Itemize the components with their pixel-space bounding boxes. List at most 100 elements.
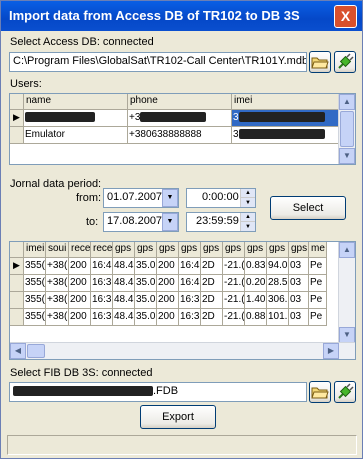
journal-cell[interactable]: -21.( xyxy=(223,292,245,309)
journal-col-header[interactable]: gps xyxy=(201,242,223,258)
users-col-phone[interactable]: phone xyxy=(128,94,232,110)
journal-col-header[interactable]: imei xyxy=(24,242,46,258)
scroll-up-icon[interactable]: ▲ xyxy=(339,242,355,258)
journal-col-header[interactable]: gps xyxy=(157,242,179,258)
users-cell-name[interactable]: Emulator xyxy=(24,127,128,144)
journal-cell[interactable]: Pe xyxy=(309,292,327,309)
journal-cell[interactable]: 200 xyxy=(157,309,179,326)
journal-cell[interactable]: Pe xyxy=(309,258,327,275)
journal-cell[interactable]: 35.0 xyxy=(135,258,157,275)
users-vertical-scrollbar[interactable]: ▲ ▼ xyxy=(338,94,355,164)
row-selector[interactable] xyxy=(10,127,24,144)
users-cell-imei[interactable]: 3 xyxy=(232,110,340,127)
journal-col-header[interactable]: gps xyxy=(267,242,289,258)
journal-cell[interactable]: 355( xyxy=(24,309,46,326)
users-cell-name[interactable] xyxy=(24,110,128,127)
row-selector[interactable] xyxy=(10,292,24,309)
users-col-imei[interactable]: imei xyxy=(232,94,340,110)
users-col-name[interactable]: name xyxy=(24,94,128,110)
access-db-path-field[interactable]: C:\Program Files\GlobalSat\TR102-Call Ce… xyxy=(9,52,307,72)
journal-cell[interactable]: 200 xyxy=(157,292,179,309)
journal-cell[interactable]: 48.4 xyxy=(113,292,135,309)
journal-cell[interactable]: 0.83 xyxy=(245,258,267,275)
journal-cell[interactable]: 35.0 xyxy=(135,309,157,326)
row-selector[interactable]: ▶ xyxy=(10,110,24,127)
journal-col-header[interactable]: gps xyxy=(179,242,201,258)
row-selector[interactable]: ▶ xyxy=(10,258,24,275)
journal-cell[interactable]: 03 xyxy=(289,292,309,309)
journal-col-header[interactable]: me xyxy=(309,242,327,258)
journal-cell[interactable]: 2D xyxy=(201,309,223,326)
row-selector[interactable] xyxy=(10,309,24,326)
journal-horizontal-scrollbar[interactable]: ◀ ▶ xyxy=(10,342,355,359)
journal-cell[interactable]: 2D xyxy=(201,292,223,309)
scroll-left-icon[interactable]: ◀ xyxy=(10,343,26,359)
chevron-down-icon[interactable]: ▼ xyxy=(162,189,178,207)
row-selector[interactable] xyxy=(10,275,24,292)
journal-cell[interactable]: 2D xyxy=(201,258,223,275)
fib-db-path-field[interactable]: .FDB xyxy=(9,382,307,402)
journal-cell[interactable]: 28.5 xyxy=(267,275,289,292)
users-cell-phone[interactable]: +3 xyxy=(128,110,232,127)
scroll-up-icon[interactable]: ▲ xyxy=(339,94,355,110)
journal-cell[interactable]: 355( xyxy=(24,275,46,292)
journal-col-header[interactable]: gps xyxy=(113,242,135,258)
journal-cell[interactable]: +38( xyxy=(46,309,69,326)
journal-cell[interactable]: 16:3 xyxy=(91,292,113,309)
open-fib-db-button[interactable] xyxy=(309,381,331,403)
journal-cell[interactable]: 200 xyxy=(157,258,179,275)
journal-cell[interactable]: +38( xyxy=(46,275,69,292)
journal-cell[interactable]: 1.40 xyxy=(245,292,267,309)
journal-cell[interactable]: 48.4 xyxy=(113,258,135,275)
journal-col-header[interactable]: soui xyxy=(46,242,69,258)
journal-col-header[interactable]: gps xyxy=(135,242,157,258)
users-cell-phone[interactable]: +380638888888 xyxy=(128,127,232,144)
chevron-down-icon[interactable]: ▼ xyxy=(162,213,178,231)
journal-col-header[interactable]: gps xyxy=(245,242,267,258)
journal-vertical-scrollbar[interactable]: ▲ ▼ xyxy=(338,242,355,343)
journal-cell[interactable]: 03 xyxy=(289,258,309,275)
journal-col-header[interactable]: rece xyxy=(91,242,113,258)
journal-cell[interactable]: 03 xyxy=(289,309,309,326)
journal-cell[interactable]: Pe xyxy=(309,309,327,326)
journal-cell[interactable]: 48.4 xyxy=(113,309,135,326)
journal-cell[interactable]: 16:3 xyxy=(179,309,201,326)
to-date-picker[interactable]: 17.08.2007 ▼ xyxy=(103,212,179,232)
select-button[interactable]: Select xyxy=(270,196,346,220)
journal-cell[interactable]: -21.( xyxy=(223,309,245,326)
journal-cell[interactable]: 0.20 xyxy=(245,275,267,292)
journal-cell[interactable]: 16:3 xyxy=(91,275,113,292)
journal-cell[interactable]: Pe xyxy=(309,275,327,292)
journal-cell[interactable]: 94.0 xyxy=(267,258,289,275)
journal-cell[interactable]: +38( xyxy=(46,292,69,309)
close-button[interactable]: X xyxy=(334,5,357,28)
scroll-thumb[interactable] xyxy=(27,344,45,358)
journal-cell[interactable]: 48.4 xyxy=(113,275,135,292)
scroll-right-icon[interactable]: ▶ xyxy=(323,343,339,359)
open-access-db-button[interactable] xyxy=(309,51,331,73)
users-cell-imei[interactable]: 3 xyxy=(232,127,340,144)
journal-cell[interactable]: 200 xyxy=(69,258,91,275)
journal-cell[interactable]: 16:4 xyxy=(179,258,201,275)
export-button[interactable]: Export xyxy=(140,405,216,429)
from-date-picker[interactable]: 01.07.2007 ▼ xyxy=(103,188,179,208)
journal-cell[interactable]: 16:3 xyxy=(91,309,113,326)
scroll-thumb[interactable] xyxy=(340,111,354,147)
from-time-spinner[interactable]: ▲ ▼ xyxy=(240,189,255,207)
to-time-field[interactable]: 23:59:59 ▲ ▼ xyxy=(186,212,256,232)
journal-cell[interactable]: 35.0 xyxy=(135,275,157,292)
from-time-field[interactable]: 0:00:00 ▲ ▼ xyxy=(186,188,256,208)
scroll-down-icon[interactable]: ▼ xyxy=(339,327,355,343)
journal-col-header[interactable]: gps xyxy=(289,242,309,258)
connect-fib-db-button[interactable] xyxy=(334,381,356,403)
journal-cell[interactable]: 200 xyxy=(69,309,91,326)
connect-access-db-button[interactable] xyxy=(334,51,356,73)
journal-cell[interactable]: 03 xyxy=(289,275,309,292)
journal-cell[interactable]: 35.0 xyxy=(135,292,157,309)
journal-cell[interactable]: 355( xyxy=(24,292,46,309)
journal-cell[interactable]: 16:3 xyxy=(179,292,201,309)
journal-col-header[interactable]: gps xyxy=(223,242,245,258)
journal-cell[interactable]: 16:4 xyxy=(91,258,113,275)
journal-cell[interactable]: +38( xyxy=(46,258,69,275)
journal-cell[interactable]: 16:4 xyxy=(179,275,201,292)
